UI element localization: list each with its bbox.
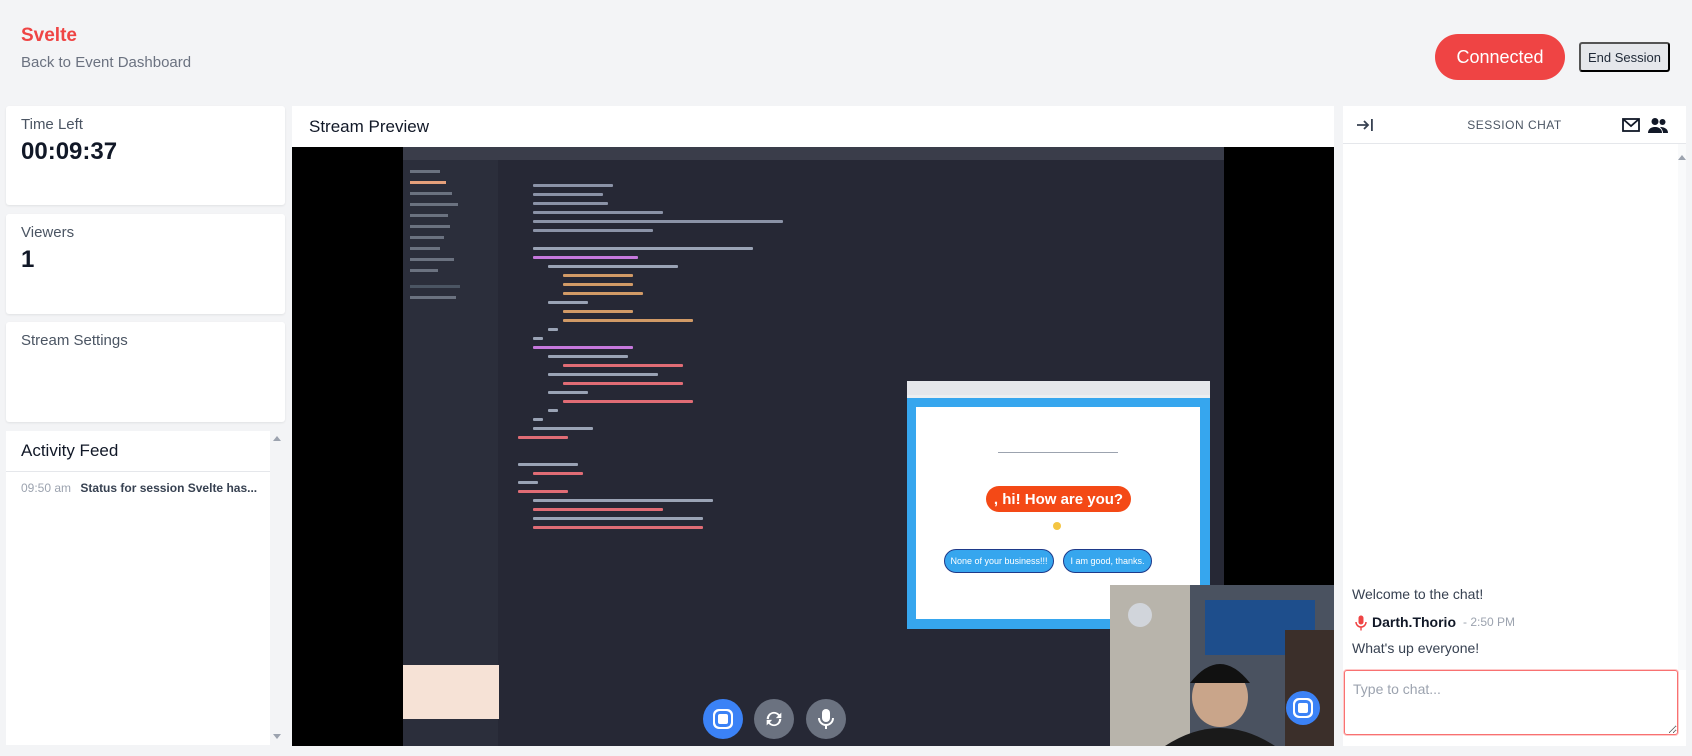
time-left-value: 00:09:37	[21, 138, 118, 165]
activity-feed: Activity Feed 09:50 am Status for sessio…	[6, 431, 270, 745]
stream-settings-card[interactable]: Stream Settings	[6, 322, 285, 422]
preview-browser-bar	[907, 381, 1210, 395]
back-to-dashboard-link[interactable]: Back to Event Dashboard	[21, 54, 191, 71]
stream-preview-title: Stream Preview	[309, 117, 429, 136]
screen-titlebar	[403, 147, 1224, 160]
preview-button: I am good, thanks.	[1063, 549, 1152, 573]
screen-file-explorer	[403, 160, 498, 746]
activity-feed-scrollbar[interactable]	[270, 431, 285, 745]
connected-button[interactable]: Connected	[1435, 34, 1565, 80]
refresh-icon	[766, 711, 782, 727]
time-left-label: Time Left	[21, 116, 83, 133]
mic-icon	[1355, 615, 1367, 631]
chat-message: What's up everyone!	[1352, 640, 1480, 656]
viewers-label: Viewers	[21, 224, 75, 241]
webcam-overlay	[1110, 585, 1334, 746]
session-chat-panel: SESSION CHAT Welcome to the chat! Darth.…	[1343, 106, 1686, 746]
stream-video: , hi! How are you? None of your business…	[292, 147, 1334, 746]
preview-input-line	[998, 452, 1118, 453]
chat-welcome: Welcome to the chat!	[1352, 586, 1484, 602]
screen-about-panel	[403, 665, 499, 719]
scroll-up-icon[interactable]	[273, 436, 281, 441]
stream-preview-panel: Stream Preview , hi! How are you? None o…	[292, 106, 1334, 746]
shared-screen: , hi! How are you? None of your business…	[403, 147, 1224, 746]
microphone-icon	[818, 709, 834, 729]
scroll-up-icon[interactable]	[1678, 155, 1686, 160]
webcam-stop-button[interactable]	[1286, 691, 1320, 725]
chat-scrollbar[interactable]	[1678, 144, 1686, 670]
stop-icon	[718, 714, 728, 724]
microphone-button[interactable]	[806, 699, 846, 739]
smiley-icon	[1053, 522, 1061, 530]
end-session-button[interactable]: End Session	[1579, 42, 1670, 72]
chat-timestamp: - 2:50 PM	[1463, 615, 1516, 629]
mail-icon[interactable]	[1622, 118, 1640, 132]
users-icon[interactable]	[1648, 117, 1668, 133]
chat-username[interactable]: Darth.Thorio	[1372, 614, 1456, 630]
activity-feed-item[interactable]: 09:50 am Status for session Svelte has..…	[21, 481, 271, 495]
switch-camera-button[interactable]	[754, 699, 794, 739]
chat-header: SESSION CHAT	[1343, 106, 1686, 144]
activity-feed-title: Activity Feed	[21, 441, 119, 460]
chat-input[interactable]	[1344, 670, 1678, 735]
scroll-down-icon[interactable]	[273, 734, 281, 739]
time-left-card: Time Left 00:09:37	[6, 106, 285, 205]
activity-time: 09:50 am	[21, 481, 72, 495]
stop-stream-button[interactable]	[703, 699, 743, 739]
stream-settings-label: Stream Settings	[21, 332, 128, 349]
stop-icon	[1298, 703, 1308, 713]
preview-button: None of your business!!!	[944, 549, 1054, 573]
viewers-value: 1	[21, 246, 35, 273]
activity-text: Status for session Svelte has...	[80, 481, 258, 495]
divider	[6, 471, 270, 472]
viewers-card: Viewers 1	[6, 214, 285, 314]
preview-heading: , hi! How are you?	[986, 486, 1131, 512]
top-bar: Svelte Back to Event Dashboard Connected…	[0, 0, 1692, 100]
event-title: Svelte	[21, 25, 77, 46]
